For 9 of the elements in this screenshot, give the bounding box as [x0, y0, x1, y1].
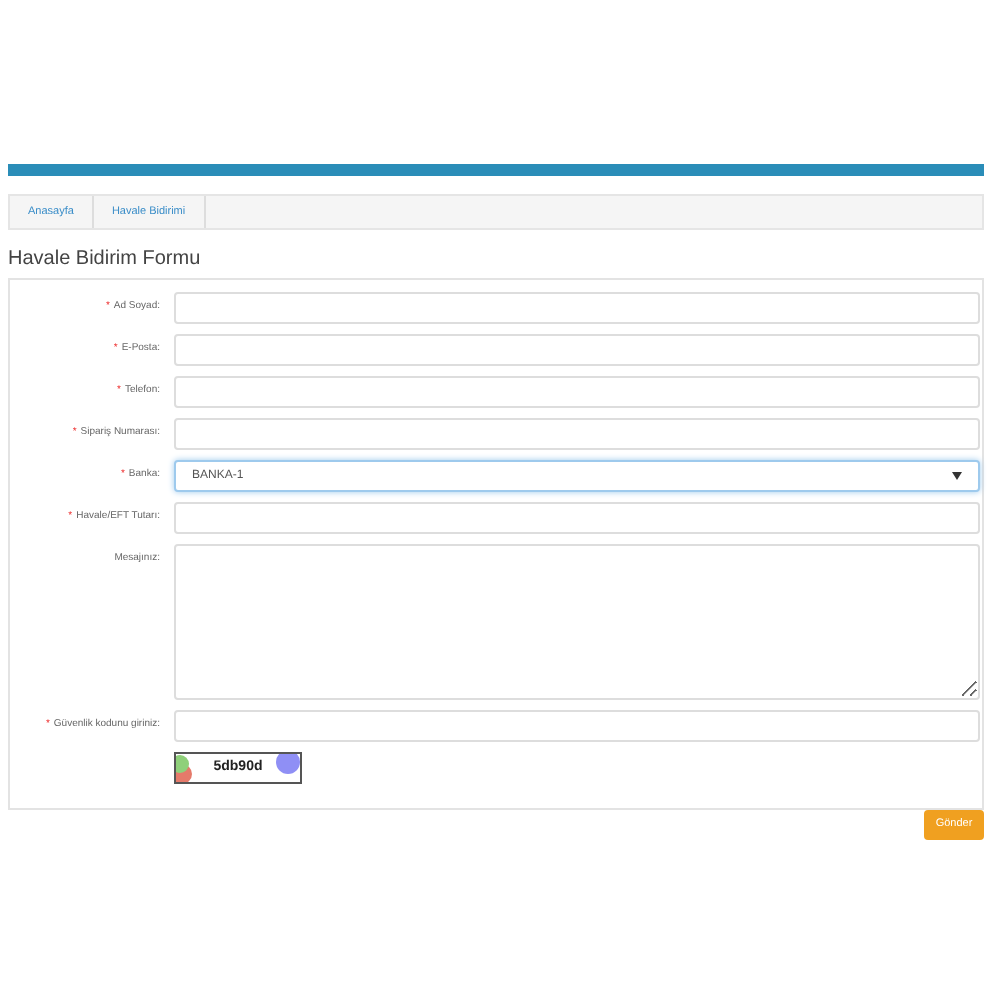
input-field[interactable] [174, 502, 980, 534]
caret-icon [952, 472, 962, 480]
input-field[interactable] [174, 376, 980, 408]
form-title: Havale Bidirim Formu [8, 250, 203, 270]
input-field[interactable] [174, 292, 980, 324]
input-field[interactable] [174, 334, 980, 366]
input-field[interactable] [174, 710, 980, 742]
message-field[interactable] [174, 544, 980, 700]
input-field[interactable] [174, 418, 980, 450]
